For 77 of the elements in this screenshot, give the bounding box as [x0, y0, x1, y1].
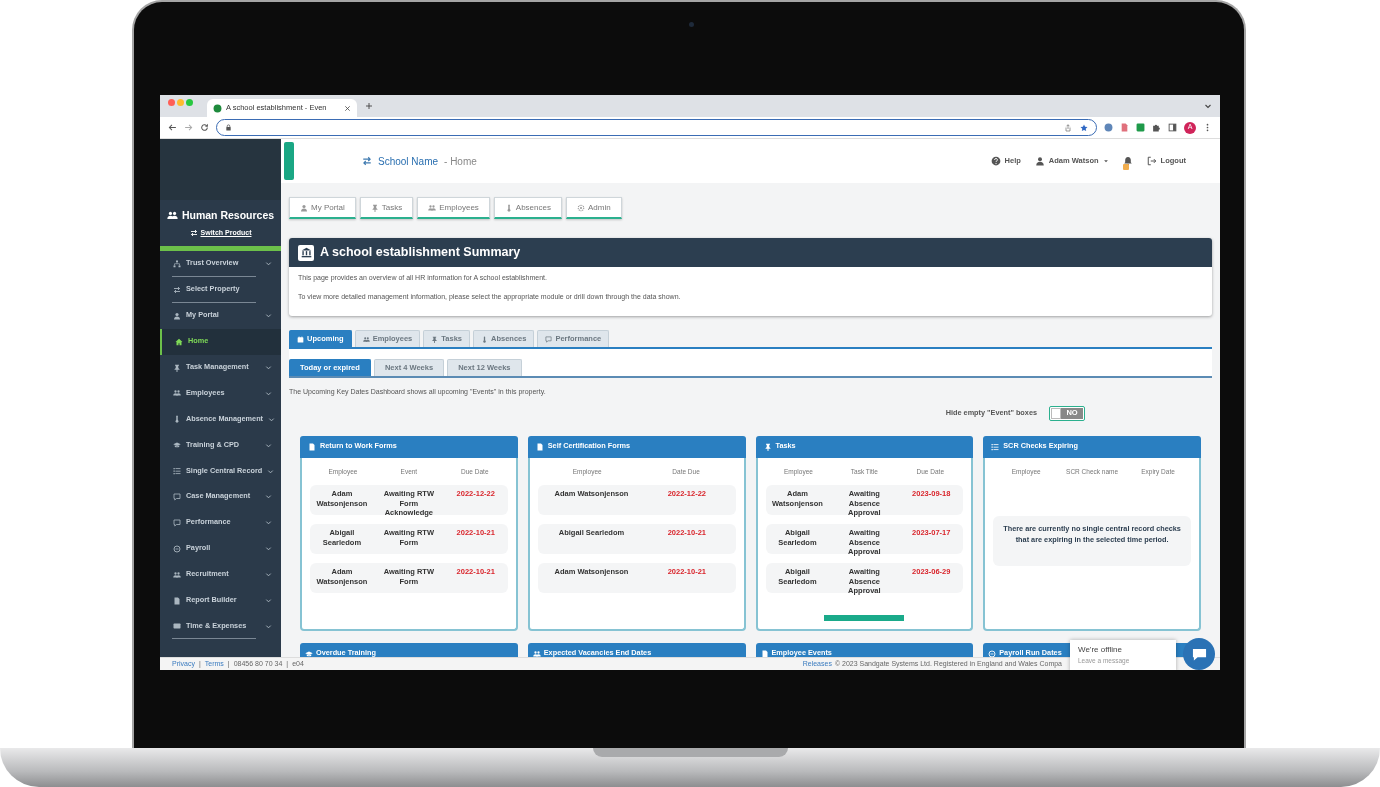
calendar-icon — [297, 335, 304, 343]
chevron-down-icon — [265, 260, 272, 268]
lock-icon — [225, 124, 232, 131]
document-icon — [308, 442, 316, 451]
gear-icon — [576, 203, 585, 212]
list-icon — [173, 467, 181, 476]
people-icon — [173, 389, 181, 398]
home-icon — [175, 337, 183, 346]
swap-icon — [189, 228, 198, 237]
quick-button[interactable]: My Portal — [289, 197, 356, 219]
favicon-icon — [213, 103, 222, 113]
close-icon — [344, 104, 351, 112]
bell-icon — [1122, 156, 1133, 166]
back-icon — [168, 123, 177, 132]
quick-button[interactable]: Absences — [493, 197, 562, 219]
forward-icon — [184, 123, 193, 132]
user-icon — [173, 311, 181, 320]
coin-icon — [173, 544, 181, 553]
quick-button[interactable]: Tasks — [359, 197, 414, 219]
chevron-down-icon — [267, 467, 275, 475]
chevron-down-icon — [265, 441, 272, 449]
chevron-down-icon — [265, 622, 272, 630]
hierarchy-icon — [173, 259, 181, 268]
reload-icon — [200, 123, 209, 132]
chevron-down-icon — [268, 415, 276, 423]
help-icon — [990, 156, 1001, 166]
user-icon — [300, 203, 308, 212]
swap-icon — [362, 156, 372, 166]
window-zoom-button[interactable] — [186, 99, 193, 106]
share-icon — [1064, 123, 1072, 132]
people-icon — [173, 570, 181, 579]
webcam-icon — [689, 22, 694, 27]
swap-icon — [173, 285, 181, 294]
people-icon — [362, 335, 370, 343]
logout-icon — [1146, 156, 1157, 166]
summary-title: A school establishment Summary — [320, 244, 521, 262]
chat-icon — [1191, 646, 1207, 662]
school-name-link[interactable]: School Name — [378, 153, 439, 169]
user-icon — [1034, 156, 1045, 166]
chat-status: We're offline — [1078, 644, 1123, 656]
chevron-down-icon — [265, 597, 272, 604]
thermometer-icon — [173, 415, 181, 424]
mortarboard-icon — [173, 441, 181, 450]
sidebar-toggle-button[interactable] — [284, 142, 294, 180]
side-panel-icon — [1168, 123, 1177, 132]
pin-icon — [370, 203, 379, 212]
product-title: Human Resources — [166, 207, 275, 224]
chevron-down-icon — [265, 493, 272, 501]
document-icon — [535, 442, 544, 451]
document-icon — [173, 596, 181, 605]
chevron-down-icon — [265, 519, 272, 527]
window-close-button[interactable] — [168, 99, 175, 106]
chevron-down-icon — [265, 312, 272, 320]
speech-bubble-icon — [173, 518, 181, 527]
pin-icon — [431, 335, 439, 343]
people-icon — [166, 210, 178, 222]
chevron-down-icon — [265, 389, 272, 397]
quick-button[interactable]: Admin — [565, 197, 622, 219]
speech-bubble-icon — [545, 335, 553, 343]
list-icon — [991, 442, 1000, 451]
people-icon — [428, 203, 437, 212]
pin-icon — [173, 363, 181, 372]
extensions-icon — [1152, 123, 1161, 132]
card-icon — [173, 622, 181, 631]
view-more-bar[interactable] — [824, 614, 905, 621]
chevron-down-icon — [265, 545, 272, 553]
chevron-down-icon — [265, 571, 272, 579]
speech-bubble-icon — [173, 492, 181, 501]
caret-icon — [1102, 158, 1109, 164]
chevron-down-icon — [1204, 102, 1212, 110]
breadcrumb-page: - Home — [444, 154, 477, 169]
chevron-down-icon — [265, 364, 272, 371]
star-icon — [1080, 123, 1088, 132]
pin-icon — [763, 442, 772, 451]
building-icon — [298, 244, 314, 261]
new-tab-icon — [365, 102, 373, 110]
quick-button[interactable]: Employees — [417, 197, 490, 219]
